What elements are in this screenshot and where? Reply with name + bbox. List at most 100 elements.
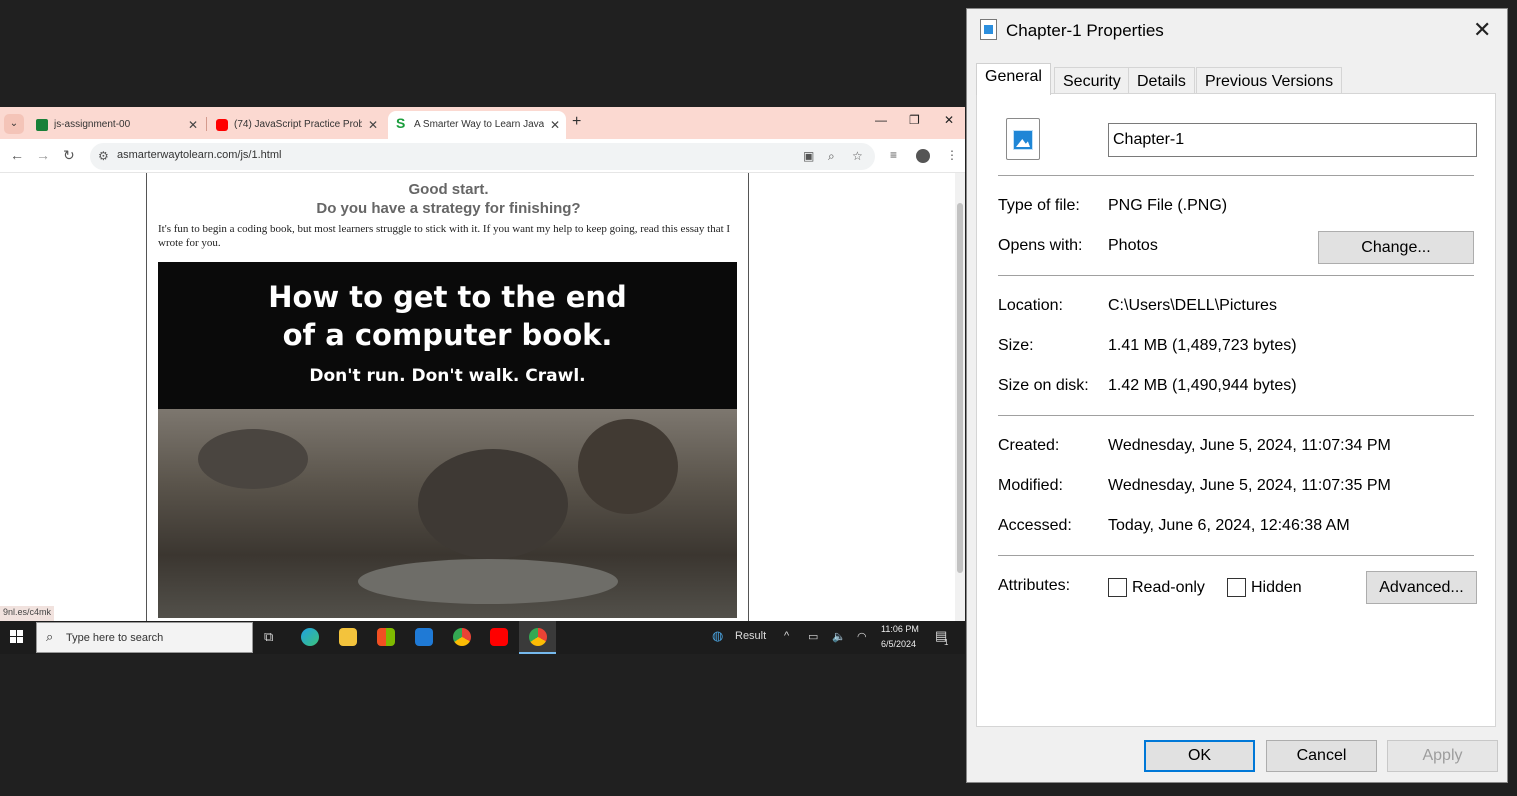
heading-good-start: Good start.: [408, 181, 489, 198]
cancel-button[interactable]: Cancel: [1266, 740, 1377, 772]
label-size: Size:: [998, 337, 1034, 354]
search-icon: ⌕: [46, 629, 54, 644]
tab-search-button[interactable]: ⌄: [4, 114, 24, 134]
clock-date[interactable]: 6/5/2024: [881, 639, 916, 649]
network-icon[interactable]: ◠: [857, 630, 867, 643]
web-content: Good start. Do you have a strategy for f…: [0, 173, 955, 621]
address-bar[interactable]: ⚙ asmarterwaytolearn.com/js/1.html ▣ ⌕ ☆: [90, 143, 875, 170]
file-explorer-icon[interactable]: [339, 628, 357, 646]
label-type: Type of file:: [998, 197, 1080, 214]
close-tab-icon[interactable]: ✕: [188, 111, 198, 139]
menu-icon[interactable]: ⋮: [946, 148, 958, 162]
mail-icon[interactable]: [415, 628, 433, 646]
google-slides-icon: [36, 119, 48, 131]
smarterway-icon: S: [396, 115, 406, 131]
divider: [998, 555, 1474, 556]
apply-button[interactable]: Apply: [1387, 740, 1498, 772]
forward-icon[interactable]: →: [36, 147, 50, 163]
bookmark-star-icon[interactable]: ☆: [852, 149, 863, 163]
divider: [998, 275, 1474, 276]
label-created: Created:: [998, 437, 1060, 454]
heading-strategy: Do you have a strategy for finishing?: [316, 200, 581, 217]
readonly-checkbox[interactable]: [1108, 578, 1127, 597]
profile-avatar[interactable]: [916, 149, 930, 163]
dialog-close-icon[interactable]: ✕: [1473, 17, 1491, 43]
clock-time[interactable]: 11:06 PM: [881, 624, 919, 634]
close-tab-icon[interactable]: ✕: [550, 111, 560, 139]
tab-smarterway[interactable]: S A Smarter Way to Learn JavaScr ✕: [388, 111, 566, 139]
file-title-icon: [980, 19, 997, 40]
tray-overflow-icon[interactable]: ^: [784, 630, 789, 642]
edge-icon[interactable]: [301, 628, 319, 646]
mud-crawl-photo: [158, 409, 737, 618]
active-chrome-taskbar-item[interactable]: [519, 621, 556, 654]
taskbar-search-box[interactable]: ⌕ Type here to search: [36, 622, 253, 653]
youtube-icon: [216, 119, 228, 131]
banner-line-1: How to get to the end: [268, 280, 627, 314]
windows-start-icon[interactable]: [10, 630, 24, 644]
restore-button[interactable]: ❐: [909, 113, 920, 127]
reading-list-icon[interactable]: ≡: [890, 148, 897, 162]
site-info-icon[interactable]: ⚙: [98, 149, 109, 163]
tab-title: js-assignment-00: [54, 119, 131, 130]
tab-general[interactable]: General: [976, 63, 1051, 95]
search-placeholder: Type here to search: [66, 632, 164, 644]
tab-separator: [206, 117, 207, 131]
cast-blocked-icon[interactable]: ▣: [803, 149, 814, 163]
tab-js-assignment[interactable]: js-assignment-00 ✕: [28, 111, 204, 139]
label-size-on-disk: Size on disk:: [998, 377, 1089, 394]
youtube-app-icon[interactable]: [490, 628, 508, 646]
properties-dialog: Chapter-1 Properties ✕ General Security …: [966, 8, 1508, 783]
chrome-icon[interactable]: [453, 628, 471, 646]
value-modified: Wednesday, June 5, 2024, 11:07:35 PM: [1108, 477, 1391, 494]
value-accessed: Today, June 6, 2024, 12:46:38 AM: [1108, 517, 1350, 534]
divider: [998, 415, 1474, 416]
tab-details[interactable]: Details: [1128, 67, 1195, 94]
task-view-icon[interactable]: ⧉: [264, 629, 273, 645]
close-window-button[interactable]: ✕: [944, 113, 954, 127]
browser-window: ⌄ js-assignment-00 ✕ (74) JavaScript Pra…: [0, 107, 965, 621]
new-tab-button[interactable]: +: [572, 113, 581, 131]
tab-strip: ⌄ js-assignment-00 ✕ (74) JavaScript Pra…: [0, 107, 965, 139]
banner-line-3: Don't run. Don't walk. Crawl.: [309, 366, 586, 386]
zoom-icon[interactable]: ⌕: [828, 149, 835, 164]
taskbar: ⌕ Type here to search ⧉ ◍ Result ^ ▭ 🔈 ◠…: [0, 621, 965, 654]
back-icon[interactable]: ←: [10, 147, 24, 163]
value-size-on-disk: 1.42 MB (1,490,944 bytes): [1108, 377, 1297, 394]
value-type: PNG File (.PNG): [1108, 197, 1228, 214]
battery-icon[interactable]: ▭: [808, 630, 818, 643]
readonly-label[interactable]: Read-only: [1132, 579, 1205, 597]
page-scrollbar[interactable]: [955, 173, 965, 621]
essay-banner-image[interactable]: How to get to the end of a computer book…: [158, 262, 737, 618]
advanced-button[interactable]: Advanced...: [1366, 571, 1477, 604]
minimize-button[interactable]: —: [875, 113, 887, 127]
label-modified: Modified:: [998, 477, 1063, 494]
file-name-field[interactable]: [1108, 123, 1477, 157]
dialog-title: Chapter-1 Properties: [1006, 21, 1164, 40]
change-button[interactable]: Change...: [1318, 231, 1474, 264]
reload-icon[interactable]: ↻: [63, 147, 75, 164]
close-tab-icon[interactable]: ✕: [368, 111, 378, 139]
browser-toolbar: ← → ↻ ⚙ asmarterwaytolearn.com/js/1.html…: [0, 139, 965, 173]
tab-title: A Smarter Way to Learn JavaScr: [414, 119, 544, 130]
value-created: Wednesday, June 5, 2024, 11:07:34 PM: [1108, 437, 1391, 454]
weather-label[interactable]: Result: [735, 630, 766, 642]
hidden-label[interactable]: Hidden: [1251, 579, 1302, 597]
tab-youtube[interactable]: (74) JavaScript Practice Problem ✕: [208, 111, 384, 139]
ok-button[interactable]: OK: [1144, 740, 1255, 772]
photo-puddle: [358, 559, 618, 604]
chrome-icon: [529, 628, 547, 646]
png-file-icon: [1006, 118, 1040, 160]
tab-previous-versions[interactable]: Previous Versions: [1196, 67, 1343, 94]
page-column: Good start. Do you have a strategy for f…: [146, 173, 749, 621]
weather-icon[interactable]: ◍: [712, 628, 723, 644]
hidden-checkbox[interactable]: [1227, 578, 1246, 597]
tab-security[interactable]: Security: [1054, 67, 1130, 94]
volume-icon[interactable]: 🔈: [832, 630, 846, 643]
photo-figure: [198, 429, 308, 489]
store-icon[interactable]: [377, 628, 395, 646]
value-location: C:\Users\DELL\Pictures: [1108, 297, 1277, 314]
tab-title: (74) JavaScript Practice Problem: [234, 119, 362, 130]
photo-figure: [418, 449, 568, 559]
scroll-thumb[interactable]: [957, 203, 963, 573]
